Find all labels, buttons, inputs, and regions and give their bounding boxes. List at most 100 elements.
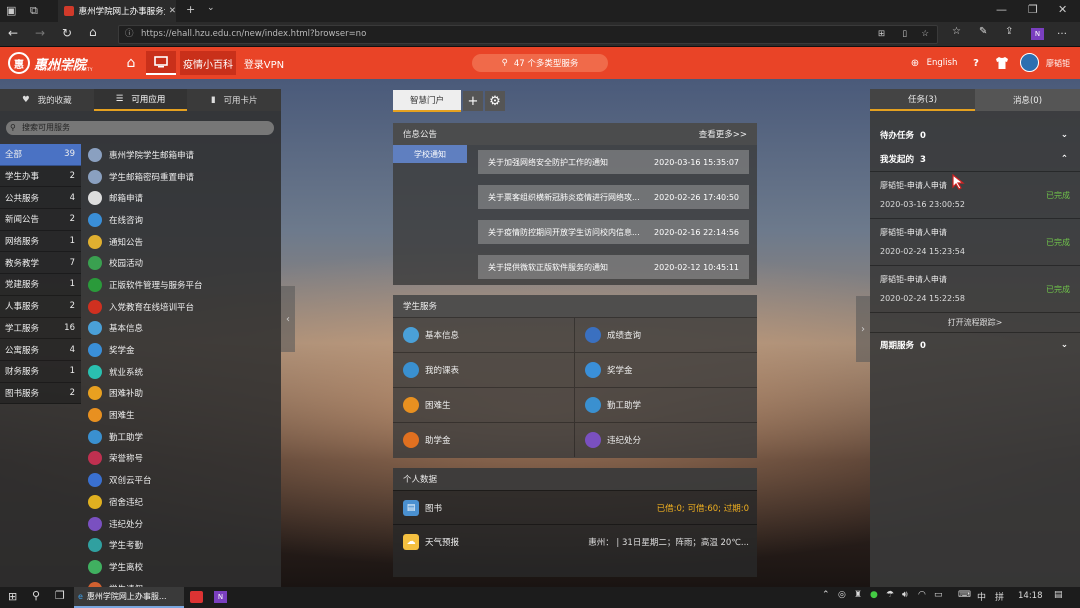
- extension-icon[interactable]: ⊞: [878, 26, 885, 43]
- category-item[interactable]: 学生办事 2: [0, 165, 81, 188]
- search-icon[interactable]: ⚲: [32, 589, 40, 602]
- language-switch[interactable]: English: [924, 51, 960, 75]
- volume-icon[interactable]: 🔊︎: [902, 590, 908, 600]
- help-icon[interactable]: ?: [968, 51, 984, 75]
- taskbar-app-red-icon[interactable]: [190, 591, 203, 603]
- app-item[interactable]: 正版软件管理与服务平台: [88, 274, 278, 296]
- window-menu-icon[interactable]: ▣: [6, 4, 16, 17]
- app-item[interactable]: 入党教育在线培训平台: [88, 296, 278, 318]
- tray-up-icon[interactable]: ⌃: [822, 590, 830, 600]
- site-info-icon[interactable]: ⓘ: [125, 26, 134, 43]
- back-icon[interactable]: ←: [8, 26, 18, 40]
- service-item[interactable]: 困难生: [393, 387, 575, 422]
- app-item[interactable]: 宿舍违纪: [88, 491, 278, 513]
- notice-item[interactable]: 关于提供微软正版软件服务的通知 2020-02-12 10:45:11: [478, 255, 749, 279]
- username[interactable]: 廖韬钜: [1042, 51, 1074, 75]
- pending-tasks-section[interactable]: 待办任务 0 ⌄: [870, 123, 1080, 147]
- nav-epidemic-link[interactable]: 疫情小百科: [180, 51, 236, 75]
- app-item[interactable]: 就业系统: [88, 361, 278, 383]
- share-icon[interactable]: ⇪: [1005, 26, 1013, 37]
- site-logo[interactable]: 惠 惠州学院 HUIZHOU UNIVERSITY: [8, 51, 113, 75]
- ime-mode[interactable]: 拼: [995, 590, 1004, 603]
- notice-item[interactable]: 关于疫情防控期间开放学生访问校内信息... 2020-02-16 22:14:56: [478, 220, 749, 244]
- app-item[interactable]: 困难生: [88, 404, 278, 426]
- wifi-icon[interactable]: ◠: [918, 590, 926, 600]
- category-item[interactable]: 新闻公告 2: [0, 209, 81, 231]
- tab-favorites[interactable]: ♥ 我的收藏: [0, 89, 94, 111]
- category-item[interactable]: 党建服务 1: [0, 274, 81, 296]
- pen-icon[interactable]: ✎: [979, 26, 987, 37]
- globe-icon[interactable]: ⊕: [908, 51, 922, 75]
- refresh-icon[interactable]: ↻: [62, 26, 72, 40]
- tab-actions-icon[interactable]: ⧉: [30, 4, 38, 18]
- tray-icon-1[interactable]: ◎: [838, 590, 846, 600]
- reading-view-icon[interactable]: ▯: [902, 26, 907, 43]
- onenote-icon[interactable]: N: [1031, 28, 1044, 40]
- service-item[interactable]: 我的课表: [393, 352, 575, 387]
- tab-available-cards[interactable]: ▮ 可用卡片: [187, 89, 281, 111]
- category-item[interactable]: 教务教学 7: [0, 252, 81, 275]
- app-item[interactable]: 奖学金: [88, 339, 278, 361]
- url-bar[interactable]: ⓘ https://ehall.hzu.edu.cn/new/index.htm…: [118, 25, 938, 44]
- browser-tab[interactable]: 惠州学院网上办事服务大厅 ✕: [58, 0, 176, 22]
- chevron-down-icon[interactable]: ⌄: [207, 3, 215, 13]
- category-item[interactable]: 图书服务 2: [0, 382, 81, 405]
- category-item[interactable]: 人事服务 2: [0, 295, 81, 318]
- keyboard-icon[interactable]: ⌨: [958, 590, 971, 600]
- service-item[interactable]: 成绩查询: [575, 317, 757, 352]
- library-row[interactable]: ▤ 图书 已借:0; 可借:60; 过期:0: [393, 490, 757, 524]
- open-tracking-link[interactable]: 打开流程跟踪>: [870, 312, 1080, 332]
- category-item[interactable]: 公寓服务 4: [0, 339, 81, 361]
- tray-icon-2[interactable]: ♜: [854, 590, 862, 600]
- task-item[interactable]: 廖韬钜-申请人申请 2020-02-24 15:23:54 已完成: [870, 218, 1080, 265]
- battery-icon[interactable]: ▭: [934, 590, 943, 600]
- nav-vpn-link[interactable]: 登录VPN: [240, 51, 288, 75]
- app-item[interactable]: 困难补助: [88, 383, 278, 405]
- home-icon[interactable]: ⌂: [120, 51, 142, 75]
- gear-icon[interactable]: ⚙: [485, 91, 505, 111]
- app-item[interactable]: 学生考勤: [88, 534, 278, 556]
- app-item[interactable]: 校园活动: [88, 252, 278, 274]
- app-item[interactable]: 勤工助学: [88, 426, 278, 448]
- taskbar-onenote-icon[interactable]: N: [214, 591, 227, 603]
- task-item[interactable]: 廖韬钜-申请人申请 2020-03-16 23:00:52 已完成: [870, 171, 1080, 218]
- service-item[interactable]: 奖学金: [575, 352, 757, 387]
- tray-icon-3[interactable]: ●: [870, 590, 878, 600]
- app-item[interactable]: 通知公告: [88, 231, 278, 253]
- notice-item[interactable]: 关于票客组织横新冠肺炎疫情进行网络攻... 2020-02-26 17:40:50: [478, 185, 749, 209]
- category-item[interactable]: 财务服务 1: [0, 360, 81, 383]
- windows-start-icon[interactable]: ⊞: [8, 590, 17, 603]
- app-item[interactable]: 惠州学院学生邮箱申请: [88, 144, 278, 166]
- app-item[interactable]: 学生邮箱密码重置申请: [88, 166, 278, 188]
- tab-available-apps[interactable]: ☰ 可用应用: [93, 89, 188, 111]
- tab-school-notice[interactable]: 学校通知: [393, 145, 467, 163]
- taskbar-browser-app[interactable]: e 惠州学院网上办事服...: [74, 587, 184, 608]
- tab-smart-portal[interactable]: 智慧门户: [393, 90, 461, 112]
- desktop-icon[interactable]: [146, 51, 176, 75]
- notice-item[interactable]: 关于加强网络安全防护工作的通知 2020-03-16 15:35:07: [478, 150, 749, 174]
- category-item[interactable]: 全部 39: [0, 144, 81, 166]
- service-search-button[interactable]: ⚲ 47 个多类型服务: [472, 54, 608, 72]
- favorites-icon[interactable]: ☆: [952, 26, 961, 37]
- app-item[interactable]: 邮箱申请: [88, 187, 278, 209]
- collapse-left-arrow-icon[interactable]: ‹: [281, 286, 295, 352]
- home-icon[interactable]: ⌂: [89, 25, 97, 39]
- service-item[interactable]: 基本信息: [393, 317, 575, 352]
- tray-icon-4[interactable]: ☂: [886, 590, 894, 600]
- more-icon[interactable]: …: [1057, 26, 1067, 37]
- notice-more-link[interactable]: 查看更多>>: [699, 128, 747, 140]
- app-item[interactable]: 学生离校: [88, 556, 278, 578]
- weather-row[interactable]: ☁ 天气预报 惠州： | 31日星期二；阵雨；高温 20℃...: [393, 524, 757, 558]
- tab-messages[interactable]: 消息(0): [975, 89, 1080, 111]
- periodic-services-section[interactable]: 周期服务 0 ⌄: [870, 332, 1080, 356]
- favorite-star-icon[interactable]: ☆: [921, 26, 929, 43]
- app-item[interactable]: 在线咨询: [88, 209, 278, 231]
- app-item[interactable]: 违纪处分: [88, 513, 278, 535]
- app-item[interactable]: 双创云平台: [88, 469, 278, 491]
- close-tab-icon[interactable]: ✕: [169, 6, 176, 16]
- service-item[interactable]: 助学金: [393, 422, 575, 457]
- forward-icon[interactable]: →: [35, 26, 45, 40]
- new-tab-icon[interactable]: +: [186, 3, 195, 16]
- app-search-input[interactable]: ⚲ 搜索可用服务: [6, 121, 274, 135]
- category-item[interactable]: 公共服务 4: [0, 187, 81, 210]
